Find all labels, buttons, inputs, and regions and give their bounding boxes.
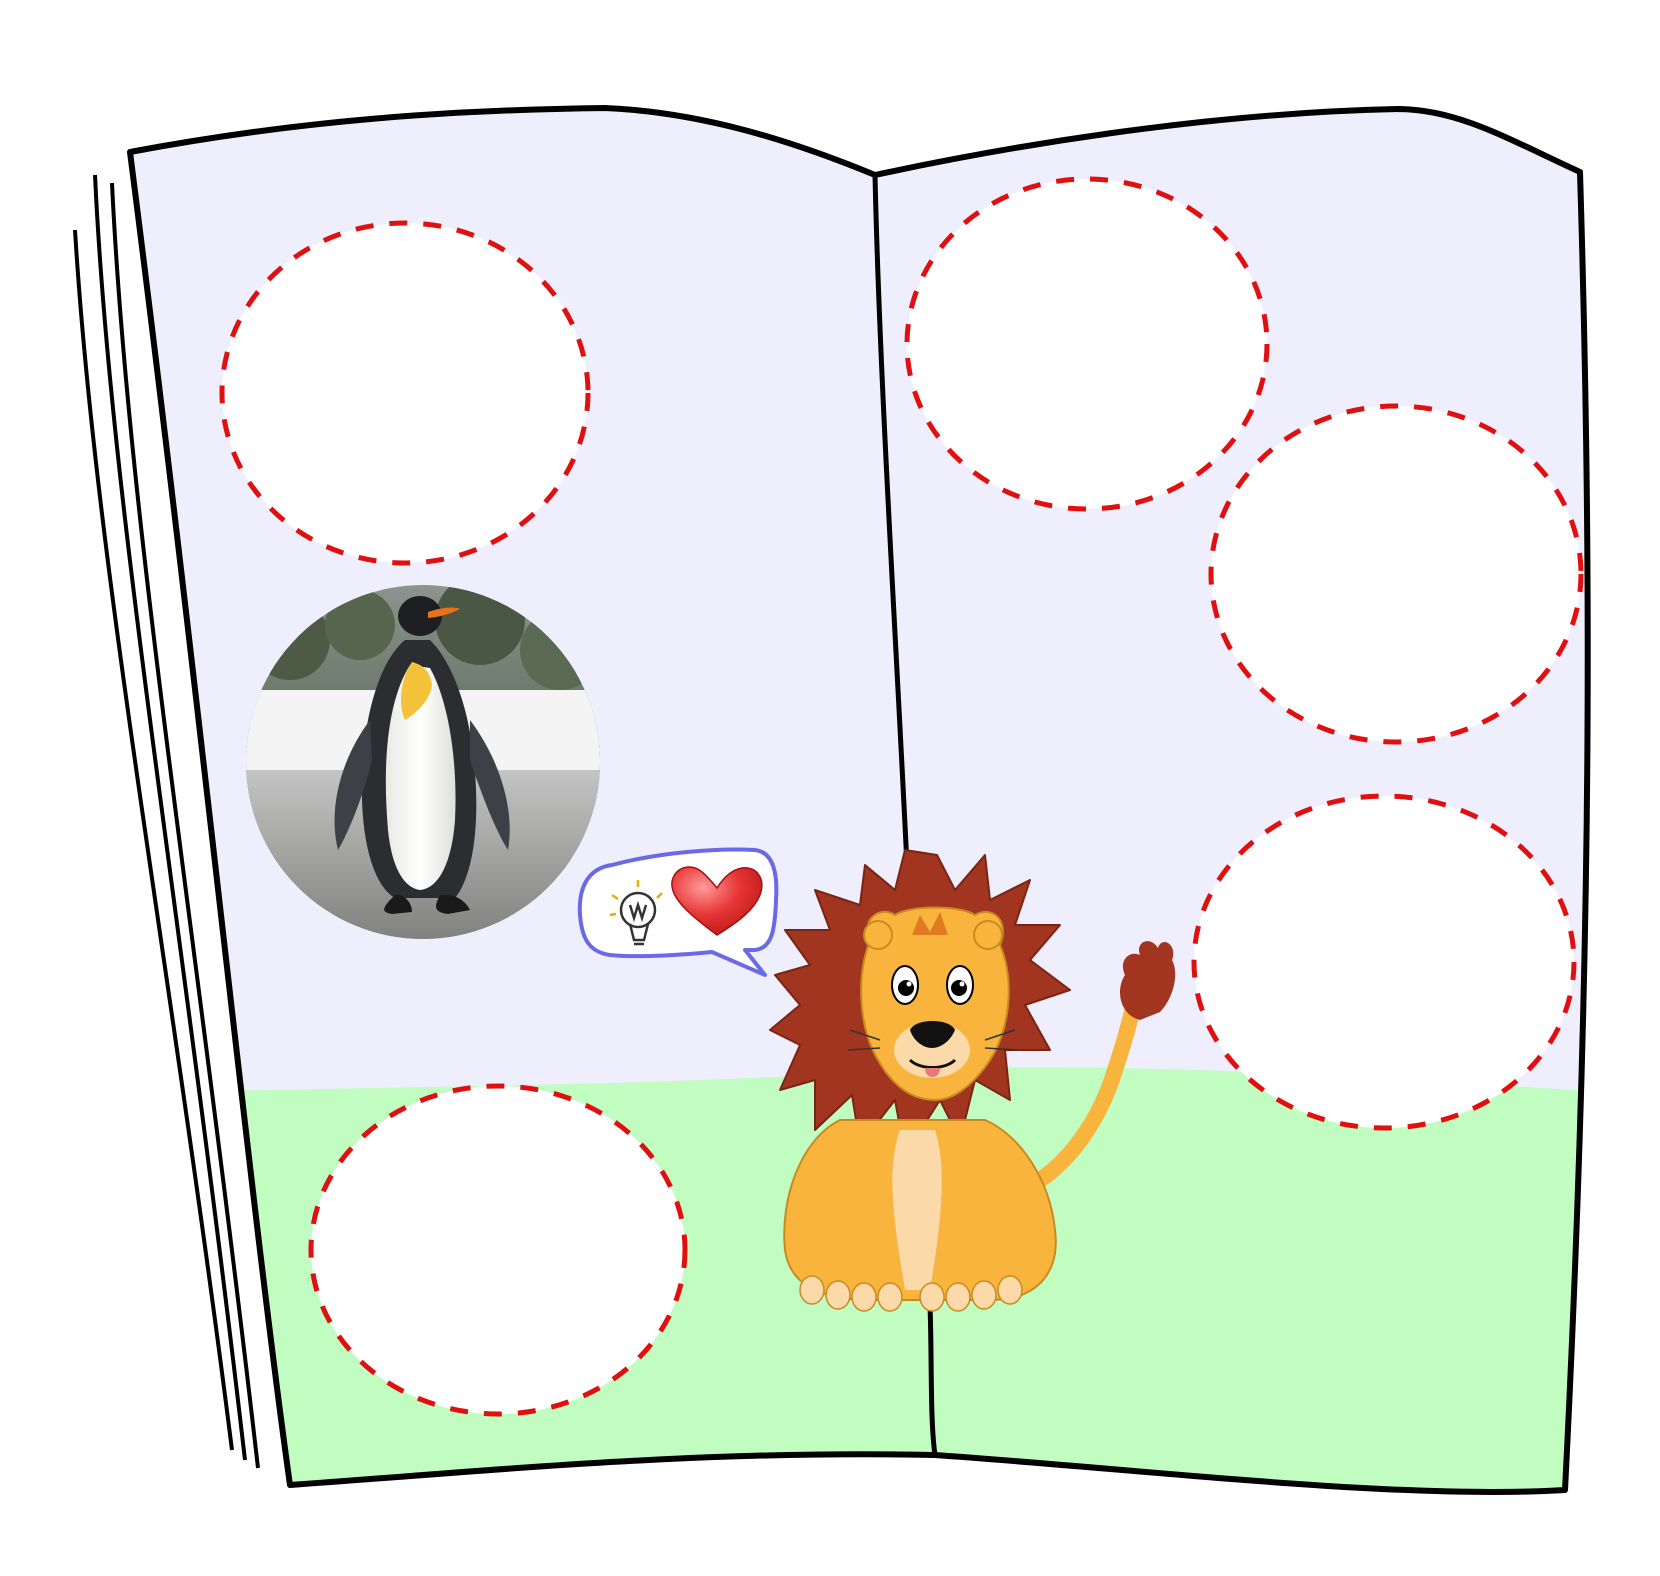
empty-slot-right-3[interactable] bbox=[1191, 793, 1577, 1131]
empty-slot-left-1[interactable] bbox=[219, 220, 591, 566]
empty-slot-right-2[interactable] bbox=[1208, 403, 1584, 745]
speech-bubble bbox=[577, 847, 779, 977]
game-stage bbox=[0, 0, 1660, 1576]
empty-slot-right-1[interactable] bbox=[904, 176, 1270, 512]
empty-slot-left-2[interactable] bbox=[308, 1083, 688, 1417]
